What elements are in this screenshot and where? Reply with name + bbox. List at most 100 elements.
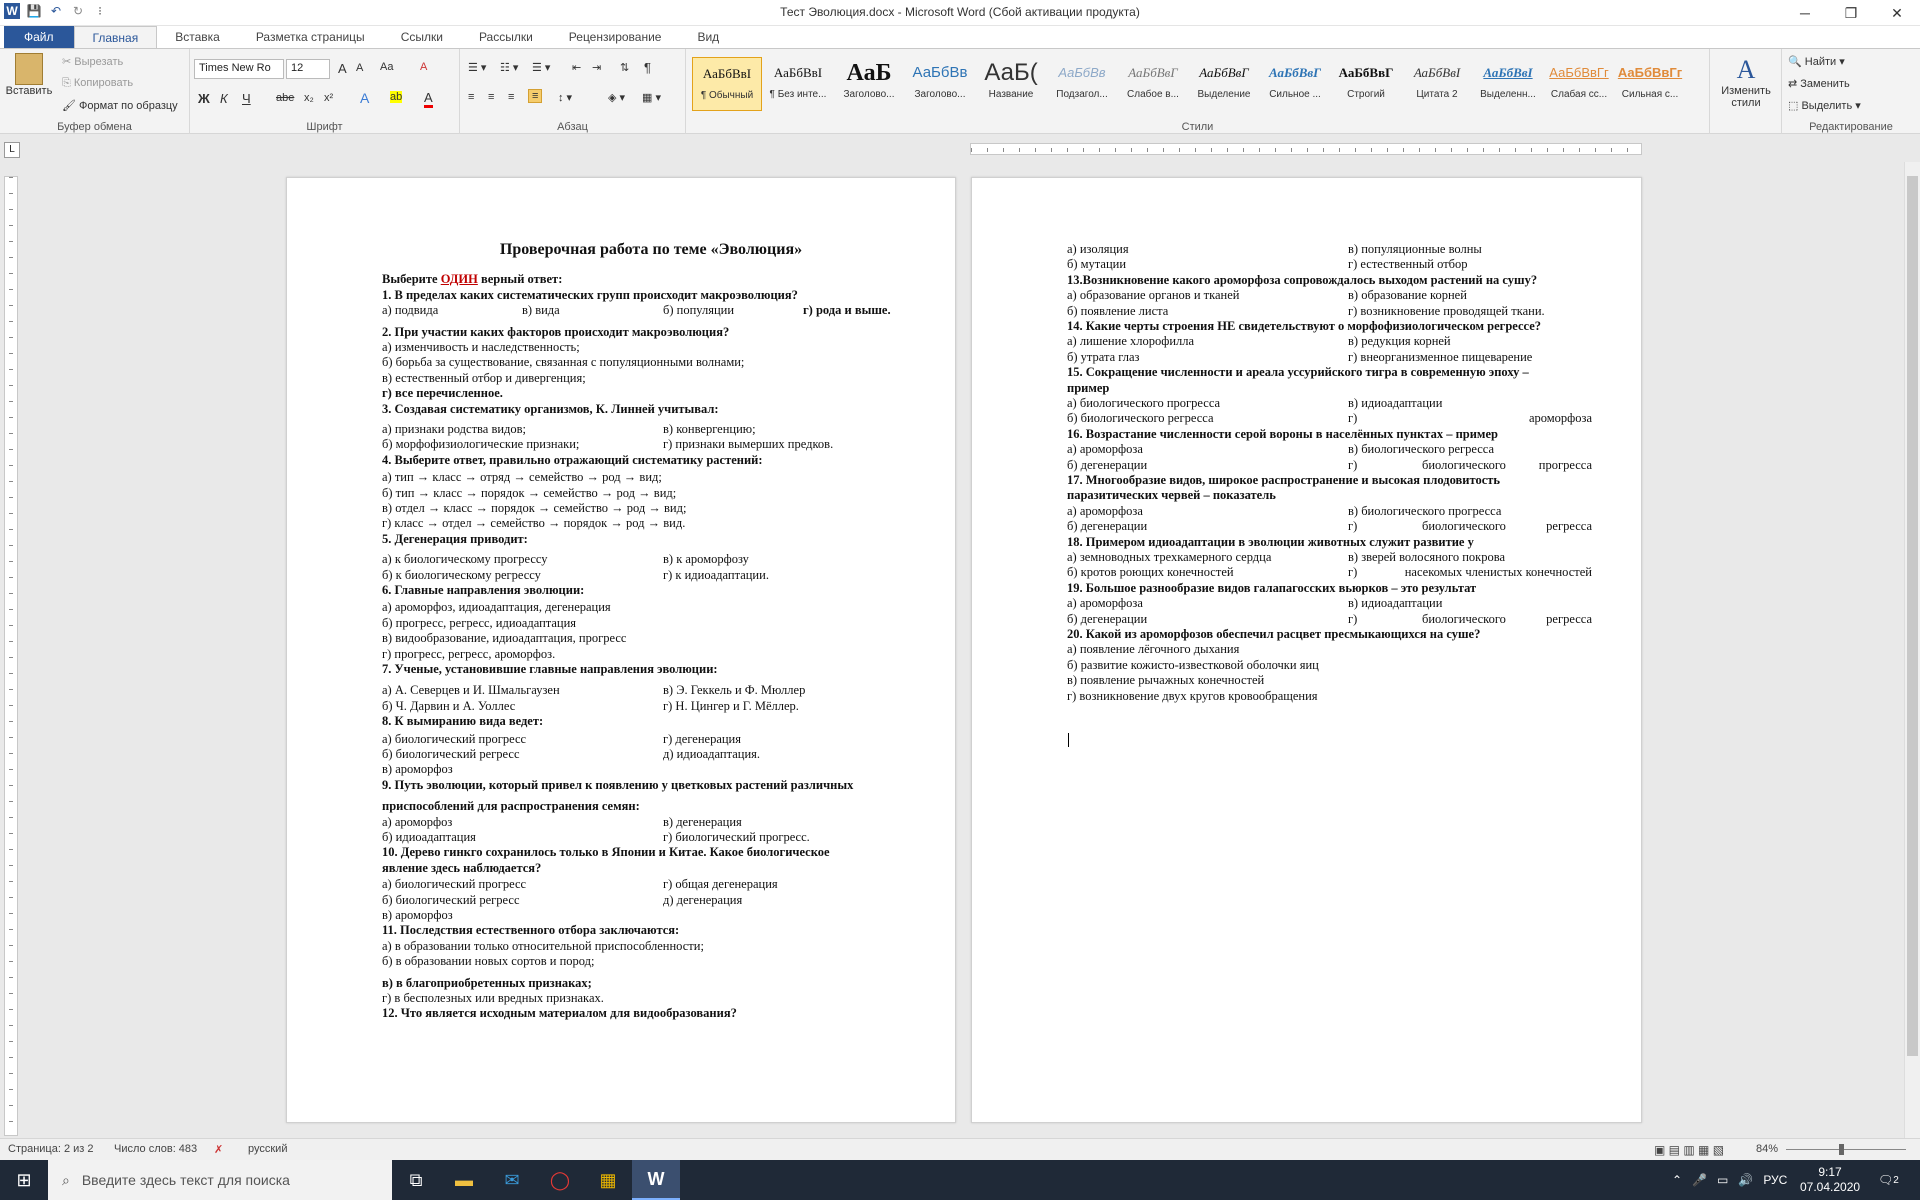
sort-button[interactable]: ⇅ [620,61,629,74]
word-count[interactable]: Число слов: 483 [114,1143,197,1155]
paste-button[interactable]: Вставить [4,53,54,97]
style-7[interactable]: АаБбВвГ Слабое в... [1118,57,1188,111]
replace-button[interactable]: ⇄ Заменить [1788,77,1850,90]
justify-button[interactable]: ≡ [528,89,543,103]
zoom-slider[interactable] [1786,1144,1906,1156]
answer-option: прогресса [1538,457,1592,472]
font-size-combo[interactable]: 12 [286,59,330,79]
copy-button[interactable]: ⎘ Копировать [62,77,133,90]
style-12[interactable]: АаБбВвІ Выделенн... [1473,57,1543,111]
vertical-scrollbar[interactable] [1904,162,1920,1138]
document-page-2[interactable]: а) изоляция в) популяционные волны б) мута… [971,177,1642,1123]
answer-text: г) возникновение двух кругов кровообраще… [1067,688,1318,703]
style-4[interactable]: АаБбВв Заголово... [905,57,975,111]
tab-references[interactable]: Ссылки [383,26,461,48]
shrink-font-button[interactable]: A [356,62,363,74]
style-9[interactable]: АаБбВвГ Сильное ... [1260,57,1330,111]
bullets-button[interactable]: ☰ ▾ [468,61,486,74]
tab-file[interactable]: Файл [4,26,74,48]
proofing-icon[interactable]: ✗ [214,1143,223,1156]
italic-button[interactable]: К [220,91,228,106]
align-center-button[interactable]: ≡ [488,91,494,103]
style-10[interactable]: АаБбВвГ Строгий [1331,57,1401,111]
clock[interactable]: 9:17 07.04.2020 [1800,1160,1860,1200]
style-8[interactable]: АаБбВвГ Выделение [1189,57,1259,111]
tab-mailings[interactable]: Рассылки [461,26,551,48]
app-icon[interactable]: ▦ [584,1160,632,1200]
line-spacing-button[interactable]: ↕ ▾ [558,91,572,104]
strikethrough-button[interactable]: abe [276,92,294,104]
style-name: Заголово... [843,89,895,100]
font-color-button[interactable]: A [424,90,433,108]
microphone-icon[interactable]: 🎤 [1692,1173,1707,1187]
shading-button[interactable]: ◈ ▾ [608,91,625,104]
language[interactable]: русский [248,1143,287,1155]
horizontal-ruler[interactable] [970,143,1642,155]
view-buttons[interactable]: ▣ ▤ ▥ ▦ ▧ [1654,1143,1724,1157]
input-language[interactable]: РУС [1763,1173,1787,1187]
tab-insert[interactable]: Вставка [157,26,238,48]
notification-icon[interactable]: 🗨 2 [1878,1160,1899,1200]
underline-button[interactable]: Ч [242,91,251,106]
scrollbar-thumb[interactable] [1907,176,1918,1056]
style-6[interactable]: АаБбВв Подзагол... [1047,57,1117,111]
windows-start-button[interactable]: ⊞ [0,1160,48,1200]
style-2[interactable]: АаБбВвІ ¶ Без инте... [763,57,833,111]
answer-row: а) лишение хлорофилла в) редукция корней [1067,334,1592,349]
maximize-button[interactable]: ❐ [1828,0,1874,26]
close-button[interactable]: ✕ [1874,0,1920,26]
select-button[interactable]: ⬚ Выделить ▾ [1788,99,1861,112]
align-right-button[interactable]: ≡ [508,91,514,103]
style-1[interactable]: АаБбВвІ ¶ Обычный [692,57,762,111]
zoom-level[interactable]: 84% [1756,1143,1778,1155]
grow-font-button[interactable]: A [338,61,347,76]
bold-button[interactable]: Ж [198,91,210,106]
change-styles-button[interactable]: A Изменить стили [1714,55,1778,109]
file-explorer-icon[interactable]: ▬ [440,1160,488,1200]
vertical-ruler[interactable] [4,176,18,1136]
page-count[interactable]: Страница: 2 из 2 [8,1143,94,1155]
chevron-up-icon[interactable]: ⌃ [1672,1173,1682,1187]
font-name-combo[interactable]: Times New Ro [194,59,284,79]
find-label: Найти [1804,56,1837,68]
find-button[interactable]: 🔍 Найти ▾ [1788,55,1845,68]
question-text: паразитических червей – показатель [1067,488,1276,503]
superscript-button[interactable]: x² [324,92,333,104]
align-left-button[interactable]: ≡ [468,91,474,103]
network-icon[interactable]: ▭ [1717,1173,1728,1187]
style-13[interactable]: АаБбВвГг Слабая сс... [1544,57,1614,111]
volume-icon[interactable]: 🔊 [1738,1173,1753,1187]
change-case-button[interactable]: Aa [380,61,393,73]
text-effects-button[interactable]: A [360,90,369,106]
tab-selector-icon[interactable]: L [4,142,20,158]
tab-home[interactable]: Главная [73,26,158,48]
show-marks-button[interactable]: ¶ [644,60,651,75]
subscript-button[interactable]: x₂ [304,92,314,104]
cut-button[interactable]: ✂ Вырезать [62,55,123,68]
style-14[interactable]: АаБбВвГг Сильная с... [1615,57,1685,111]
ruler-tick [9,385,13,386]
taskbar-search[interactable]: ⌕ Введите здесь текст для поиска [48,1160,392,1200]
tab-review[interactable]: Рецензирование [551,26,680,48]
tab-page-layout[interactable]: Разметка страницы [238,26,383,48]
decrease-indent-button[interactable]: ⇤ [572,61,581,74]
style-11[interactable]: АаБбВвІ Цитата 2 [1402,57,1472,111]
minimize-button[interactable]: ─ [1782,0,1828,26]
numbering-button[interactable]: ☷ ▾ [500,61,518,74]
tab-view[interactable]: Вид [679,26,737,48]
highlight-button[interactable]: ab [390,91,403,103]
multilevel-list-button[interactable]: ☰ ▾ [532,61,550,74]
word-taskbar-icon[interactable]: W [632,1160,680,1200]
opera-icon[interactable]: ◯ [536,1160,584,1200]
clear-formatting-button[interactable]: A [420,61,427,73]
borders-button[interactable]: ▦ ▾ [642,91,661,104]
task-view-icon[interactable]: ⧉ [392,1160,440,1200]
answer-row: б) появление листа г) возникновение прово… [1067,304,1592,319]
increase-indent-button[interactable]: ⇥ [592,61,601,74]
document-page-1[interactable]: Проверочная работа по теме «Эволюция» Выб… [286,177,956,1123]
mail-icon[interactable]: ✉ [488,1160,536,1200]
style-3[interactable]: АаБ Заголово... [834,57,904,111]
format-painter-button[interactable]: 🖌 Формат по образцу [62,99,178,112]
status-bar: Страница: 2 из 2 Число слов: 483 ✗ русск… [0,1138,1920,1160]
style-5[interactable]: АаБ(Название [976,57,1046,111]
